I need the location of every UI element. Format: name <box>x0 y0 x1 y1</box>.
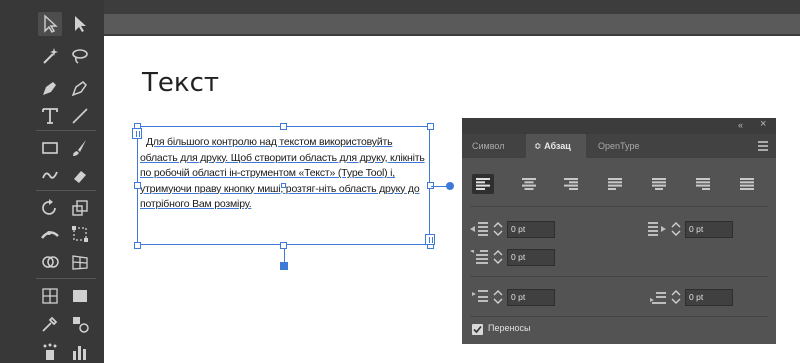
handle-bottom-center[interactable] <box>280 242 287 249</box>
left-indent-field: 0 pt <box>470 220 555 238</box>
right-indent-stepper[interactable] <box>670 221 682 237</box>
first-line-indent-stepper[interactable] <box>492 249 504 265</box>
gradient-tool-icon[interactable] <box>68 284 92 308</box>
type-tool-icon[interactable] <box>38 104 62 128</box>
width-tool-icon[interactable] <box>38 222 62 246</box>
tab-paragraph-label: Абзац <box>544 141 571 151</box>
panel-titlebar: « × <box>462 118 776 134</box>
align-left-icon[interactable] <box>472 174 494 194</box>
left-indent-stepper[interactable] <box>492 221 504 237</box>
handle-top-center[interactable] <box>280 123 287 130</box>
paintbrush-tool-icon[interactable] <box>68 136 92 160</box>
free-transform-tool-icon[interactable] <box>68 222 92 246</box>
tab-opentype[interactable]: OpenType <box>598 134 640 158</box>
symbol-sprayer-tool-icon[interactable] <box>38 340 62 364</box>
curvature-tool-icon[interactable] <box>68 76 92 100</box>
tab-paragraph[interactable]: ≎ Абзац <box>526 134 586 158</box>
checkmark-icon <box>473 325 482 334</box>
out-port[interactable] <box>425 234 435 245</box>
justify-last-right-icon[interactable] <box>692 174 714 194</box>
close-panel-icon[interactable]: × <box>760 118 766 130</box>
eraser-tool-icon[interactable] <box>68 164 92 188</box>
area-text-content[interactable]: Для більшого контролю над текстом викори… <box>140 135 432 213</box>
right-indent-input[interactable]: 0 pt <box>685 220 733 238</box>
perspective-grid-tool-icon[interactable] <box>68 250 92 274</box>
left-indent-input[interactable]: 0 pt <box>507 220 555 238</box>
first-line-indent-field: 0 pt <box>470 248 555 266</box>
paragraph-panel: « × Символ ≎ Абзац OpenType 0 pt 0 pt 0 … <box>462 118 776 344</box>
handle-bottom-left[interactable] <box>134 242 141 249</box>
shape-widget-dot[interactable] <box>446 182 454 190</box>
first-line-indent-icon <box>470 250 488 264</box>
shape-builder-tool-icon[interactable] <box>38 250 62 274</box>
space-after-icon <box>650 292 666 304</box>
panel-menu-icon[interactable] <box>758 141 768 153</box>
pen-tool-icon[interactable] <box>38 76 62 100</box>
hyphenate-label: Переносы <box>488 323 531 333</box>
panel-tabs: Символ ≎ Абзац OpenType <box>462 134 776 158</box>
rectangle-tool-icon[interactable] <box>38 136 62 160</box>
tab-options-icon: ≎ <box>534 141 542 151</box>
shaper-tool-icon[interactable] <box>38 164 62 188</box>
first-line-indent-input[interactable]: 0 pt <box>507 248 555 266</box>
space-after-stepper[interactable] <box>670 289 682 305</box>
handle-middle-left[interactable] <box>134 182 141 189</box>
collapse-panel-icon[interactable]: « <box>738 120 743 130</box>
lasso-tool-icon[interactable] <box>68 44 92 68</box>
magic-wand-tool-icon[interactable] <box>38 44 62 68</box>
right-indent-icon <box>648 222 666 236</box>
autosize-widget-handle[interactable] <box>280 262 288 270</box>
document-tab-bar <box>104 0 800 36</box>
blend-tool-icon[interactable] <box>68 312 92 336</box>
in-port[interactable] <box>132 128 142 139</box>
line-segment-tool-icon[interactable] <box>68 104 92 128</box>
direct-selection-tool-icon[interactable] <box>68 12 92 36</box>
column-graph-tool-icon[interactable] <box>68 340 92 364</box>
mesh-tool-icon[interactable] <box>38 284 62 308</box>
center-point <box>281 183 286 188</box>
hyphenate-checkbox[interactable] <box>472 324 483 335</box>
space-before-field: 0 pt <box>470 288 555 306</box>
right-indent-field: 0 pt <box>648 220 733 238</box>
handle-top-right[interactable] <box>427 123 434 130</box>
space-after-input[interactable]: 0 pt <box>685 288 733 306</box>
justify-last-left-icon[interactable] <box>604 174 626 194</box>
space-before-icon <box>472 290 488 302</box>
space-after-field: 0 pt <box>648 288 733 306</box>
justify-all-icon[interactable] <box>736 174 758 194</box>
space-before-stepper[interactable] <box>492 289 504 305</box>
space-before-input[interactable]: 0 pt <box>507 288 555 306</box>
selection-tool-icon[interactable] <box>38 12 62 36</box>
left-indent-icon <box>470 222 488 236</box>
rotate-tool-icon[interactable] <box>38 196 62 220</box>
eyedropper-tool-icon[interactable] <box>38 312 62 336</box>
align-right-icon[interactable] <box>560 174 582 194</box>
page-heading: Текст <box>142 68 220 98</box>
scale-tool-icon[interactable] <box>68 196 92 220</box>
autosize-widget-line <box>284 249 285 263</box>
tab-character[interactable]: Символ <box>472 134 504 158</box>
justify-last-center-icon[interactable] <box>648 174 670 194</box>
align-center-icon[interactable] <box>518 174 540 194</box>
tools-panel <box>0 0 104 363</box>
